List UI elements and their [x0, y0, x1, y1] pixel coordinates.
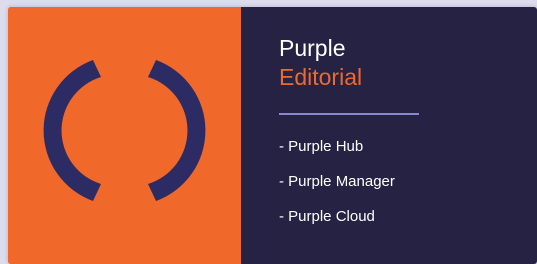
info-panel: Purple Editorial - Purple Hub - Purple M…: [241, 7, 537, 264]
divider: [279, 113, 419, 115]
product-card: Purple Editorial - Purple Hub - Purple M…: [8, 7, 537, 264]
product-item-purple-manager[interactable]: - Purple Manager: [279, 173, 395, 191]
product-item-purple-cloud[interactable]: - Purple Cloud: [279, 208, 395, 226]
logo-panel: [8, 7, 241, 264]
brand-subtitle: Editorial: [279, 64, 363, 90]
product-item-purple-hub[interactable]: - Purple Hub: [279, 138, 395, 156]
product-list: - Purple Hub - Purple Manager - Purple C…: [279, 138, 395, 243]
purple-logo-brackets-icon: [8, 7, 241, 264]
brand-name: Purple: [279, 35, 346, 61]
